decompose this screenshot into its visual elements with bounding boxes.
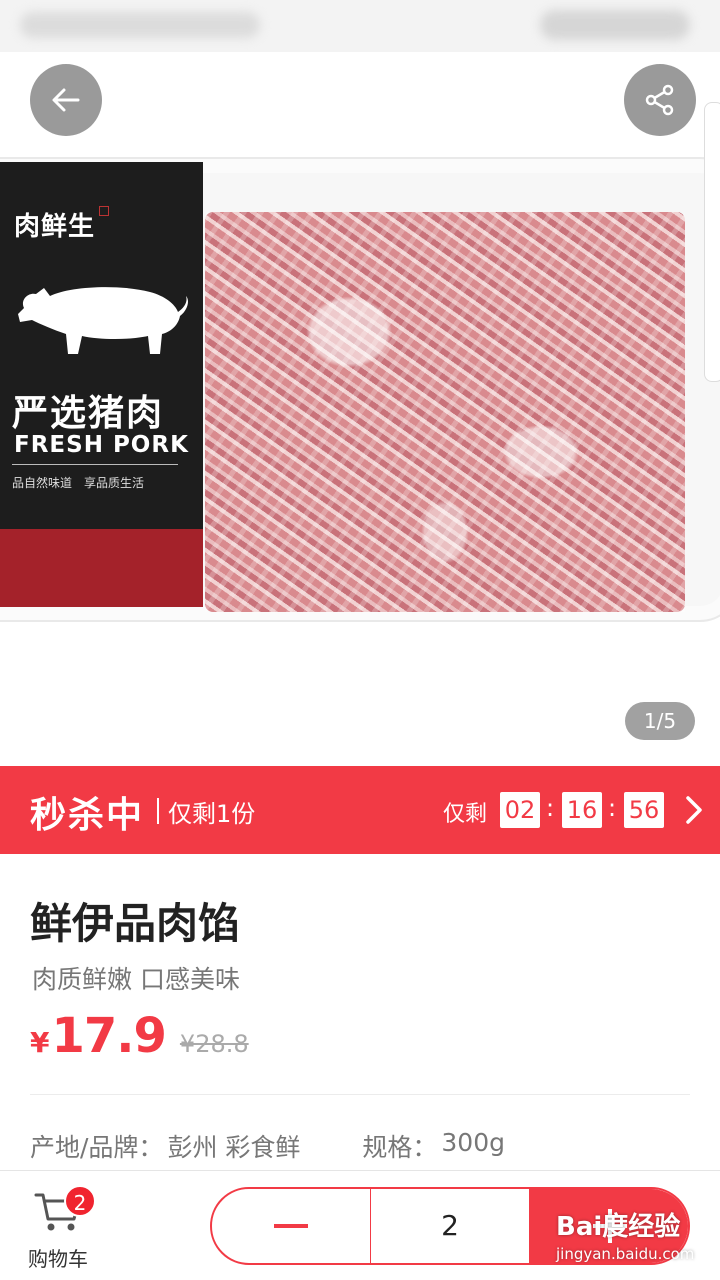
cart-button[interactable]: 2 购物车 (24, 1185, 96, 1271)
countdown-hours: 02 (500, 792, 540, 828)
minus-icon (274, 1224, 308, 1228)
watermark-logo-text: Bai度经验 (556, 1212, 681, 1242)
cart-count-badge: 2 (64, 1185, 96, 1217)
share-button[interactable] (624, 64, 696, 136)
status-bar-right-blur (540, 10, 690, 40)
spec-gap (300, 1128, 362, 1164)
countdown-seconds: 56 (624, 792, 664, 828)
section-divider (30, 1094, 690, 1095)
package-label: 肉鲜生 严选猪肉 FRESH PORK 品自然味道 享品质生活 (0, 162, 203, 607)
cart-label: 购物车 (28, 1247, 88, 1271)
original-price: ¥28.8 (179, 1030, 249, 1058)
package-red-band (0, 529, 203, 607)
package-title-en: FRESH PORK (14, 432, 189, 458)
countdown-colon: : (546, 794, 555, 822)
status-bar-left-blur (20, 12, 260, 38)
spec-size-value: 300g (441, 1128, 505, 1157)
package-title-cn: 严选猪肉 (12, 393, 165, 434)
minced-pork-texture (205, 212, 685, 612)
spec-row: 产地/品牌： 彭州 彩食鲜 规格： 300g (30, 1128, 505, 1164)
decrease-quantity-button[interactable] (212, 1189, 370, 1263)
price-row: ¥ 17.9 ¥28.8 (30, 1008, 249, 1068)
chevron-right-icon[interactable] (680, 794, 706, 826)
price-currency: ¥ (30, 1026, 50, 1059)
back-button[interactable] (30, 64, 102, 136)
side-drawer-handle[interactable] (704, 102, 720, 382)
watermark-url: jingyan.baidu.com (556, 1245, 695, 1263)
product-image-carousel[interactable]: 肉鲜生 严选猪肉 FRESH PORK 品自然味道 享品质生活 1/5 (0, 52, 720, 752)
package-divider (12, 464, 178, 465)
spec-origin-value: 彭州 彩食鲜 (167, 1133, 301, 1162)
package-slogan: 品自然味道 享品质生活 (12, 476, 145, 490)
spec-origin-label: 产地/品牌： (30, 1133, 164, 1162)
share-icon (645, 84, 674, 116)
package-brand: 肉鲜生 (14, 206, 110, 243)
pig-icon (18, 287, 188, 354)
product-title: 鲜伊品肉馅 (30, 899, 241, 948)
back-arrow-icon (52, 88, 80, 112)
watermark: Bai度经验 jingyan.baidu.com (556, 1206, 716, 1276)
product-subtitle: 肉质鲜嫩 口感美味 (32, 965, 240, 994)
current-price: 17.9 (51, 1008, 166, 1064)
status-bar (0, 0, 720, 52)
image-pager: 1/5 (625, 702, 695, 740)
flash-sale-title: 秒杀中 (30, 795, 145, 836)
countdown-colon: : (608, 794, 617, 822)
flash-sale-bar[interactable]: 秒杀中 仅剩1份 仅剩 02 : 16 : 56 (0, 766, 720, 854)
countdown-minutes: 16 (562, 792, 602, 828)
flash-sale-stock: 仅剩1份 (168, 800, 256, 828)
flash-sale-separator (157, 798, 159, 824)
brand-seal-icon (99, 206, 110, 216)
countdown-label: 仅剩 (443, 802, 488, 827)
quantity-value[interactable]: 2 (370, 1189, 530, 1263)
spec-size-label: 规格： (362, 1133, 438, 1162)
